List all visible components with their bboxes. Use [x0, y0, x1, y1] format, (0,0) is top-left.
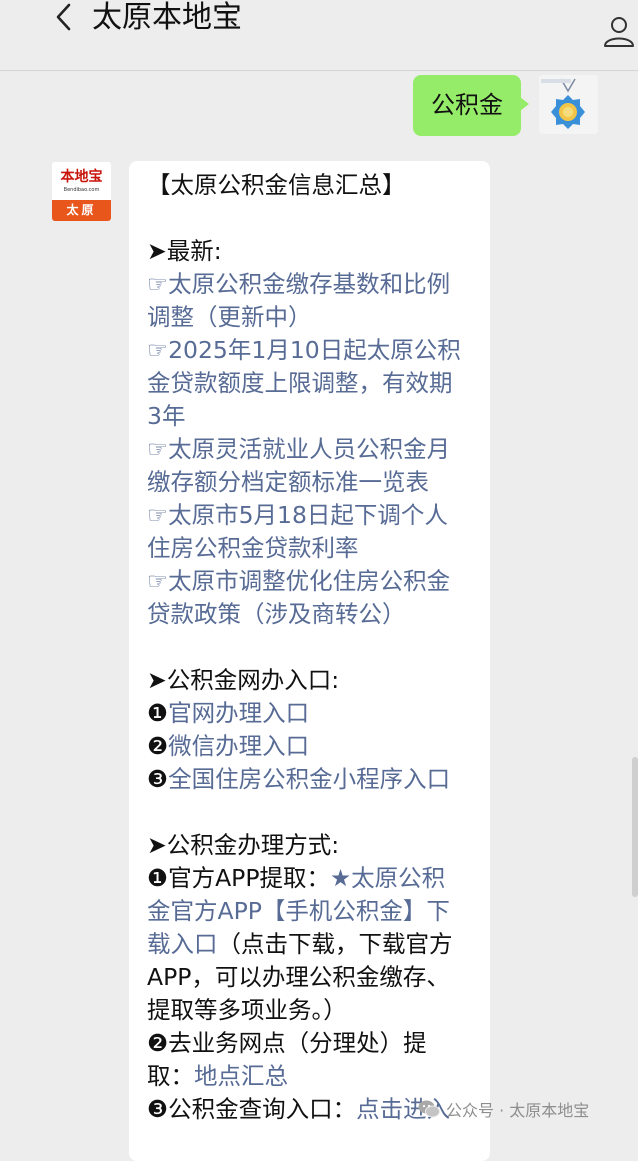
latest-link-1[interactable]: ☞太原公积金缴存基数和比例: [147, 268, 472, 301]
user-avatar[interactable]: [539, 75, 598, 134]
method-1-desc: 提取等多项业务。）: [147, 996, 347, 1024]
wechat-entry-link[interactable]: 微信办理入口: [168, 732, 309, 760]
latest-link-5[interactable]: ☞太原市调整优化住房公积金: [147, 565, 472, 598]
latest-link-1-cont[interactable]: 调整（更新中）: [147, 301, 472, 334]
app-download-link-end[interactable]: 载入口: [147, 930, 218, 958]
online-item-1: ❶官网办理入口: [147, 699, 310, 727]
methods-heading: ➤公积金办理方式:: [147, 831, 340, 859]
watermark: 公众号 · 太原本地宝: [418, 1094, 589, 1124]
person-outline-icon[interactable]: [602, 14, 636, 48]
avatar-brand-area: 本地宝 Bendibao.com: [52, 162, 111, 200]
chat-area: 公积金 本地宝 Bendibao.com 太原 【太原公积金信息汇总】 ➤最新:…: [0, 71, 638, 1161]
latest-link-4-cont[interactable]: 住房公积金贷款利率: [147, 532, 472, 565]
scrollbar[interactable]: [632, 757, 638, 897]
latest-link-2[interactable]: ☞2025年1月10日起太原公积: [147, 334, 472, 367]
app-download-link-cont[interactable]: 金官方APP【手机公积金】下: [147, 895, 472, 928]
latest-link-2-cont[interactable]: 金贷款额度上限调整，有效期: [147, 367, 472, 400]
reply-message-bubble: 【太原公积金信息汇总】 ➤最新: ☞太原公积金缴存基数和比例 调整（更新中） ☞…: [129, 161, 490, 1161]
latest-link-2-cont[interactable]: 3年: [147, 400, 472, 433]
chevron-left-icon[interactable]: [52, 2, 76, 32]
method-1-desc: APP，可以办理公积金缴存、: [147, 963, 450, 991]
method-1-desc-line: 载入口（点击下载，下载官方: [147, 930, 453, 958]
avatar-city: 太原: [52, 200, 111, 221]
top-bar: 太原本地宝: [0, 0, 638, 71]
mini-program-link[interactable]: 全国住房公积金小程序入口: [168, 765, 450, 793]
latest-link-3-cont[interactable]: 缴存额分档定额标准一览表: [147, 466, 472, 499]
app-download-link[interactable]: ★太原公积: [330, 864, 445, 892]
avatar-domain: Bendibao.com: [63, 187, 100, 193]
sent-message-bubble[interactable]: 公积金: [413, 75, 529, 136]
reply-title: 【太原公积金信息汇总】: [147, 171, 406, 199]
watermark-text: 公众号 · 太原本地宝: [446, 1101, 590, 1120]
method-2-line-cont: 取：地点汇总: [147, 1062, 288, 1090]
online-heading: ➤公积金网办入口:: [147, 666, 340, 694]
locations-link[interactable]: 地点汇总: [194, 1062, 288, 1090]
online-item-3: ❸全国住房公积金小程序入口: [147, 765, 451, 793]
badge-avatar-icon: [539, 75, 598, 134]
method-1-line: ❶官方APP提取：★太原公积: [147, 864, 446, 892]
latest-link-4[interactable]: ☞太原市5月18日起下调个人: [147, 499, 472, 532]
online-item-2: ❷微信办理入口: [147, 732, 310, 760]
avatar-brand: 本地宝: [60, 169, 103, 185]
wechat-icon: [418, 1100, 440, 1118]
latest-heading: ➤最新:: [147, 237, 222, 265]
latest-link-5-cont[interactable]: 贷款政策（涉及商转公）: [147, 598, 472, 631]
chat-title: 太原本地宝: [92, 0, 242, 35]
method-2-line: ❷去业务网点（分理处）提: [147, 1029, 427, 1057]
account-avatar[interactable]: 本地宝 Bendibao.com 太原: [52, 162, 111, 221]
official-site-link[interactable]: 官网办理入口: [168, 699, 309, 727]
latest-link-3[interactable]: ☞太原灵活就业人员公积金月: [147, 433, 472, 466]
